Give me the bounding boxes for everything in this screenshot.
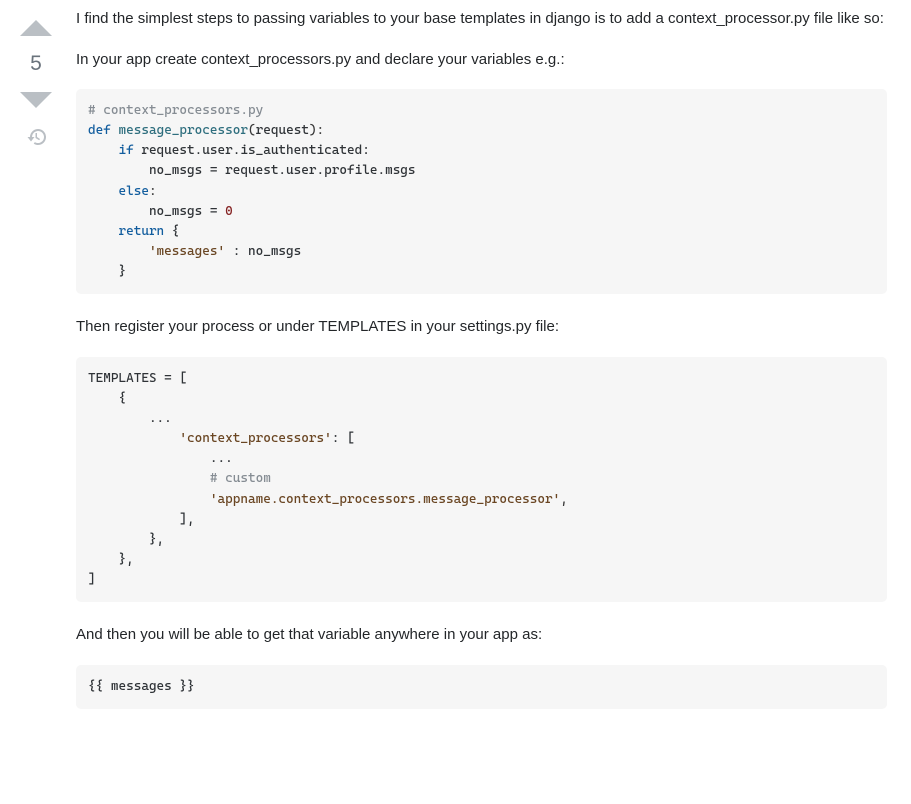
downvote-button[interactable] — [18, 82, 54, 118]
vote-column: 5 — [10, 8, 62, 731]
code-punct: : — [149, 184, 157, 199]
code-block-2: TEMPLATES = [ { ... 'context_processors'… — [76, 357, 887, 603]
code-string: 'messages' — [149, 244, 225, 259]
code-punct: ( — [248, 123, 256, 138]
code-text: }, — [88, 532, 164, 547]
code-string: 'appname.context_processors.message_proc… — [210, 492, 560, 507]
code-comment: # custom — [210, 471, 271, 486]
code-text: ... — [88, 451, 233, 466]
code-text: { — [164, 224, 179, 239]
code-comment: # context_processors.py — [88, 103, 263, 118]
code-text: }, — [88, 552, 134, 567]
paragraph-3: Then register your process or under TEMP… — [76, 316, 887, 339]
code-func-name: message_processor — [118, 123, 248, 138]
code-text: } — [88, 264, 126, 279]
paragraph-1: I find the simplest steps to passing var… — [76, 8, 887, 31]
code-text: ], — [88, 512, 195, 527]
code-number: 0 — [225, 204, 233, 219]
answer-container: 5 I find the simplest steps to passing v… — [0, 0, 911, 739]
code-text: {{ messages }} — [88, 679, 195, 694]
vote-score: 5 — [30, 52, 42, 76]
code-text: : no_msgs — [225, 244, 301, 259]
code-text: ... — [88, 411, 172, 426]
code-block-1: # context_processors.py def message_proc… — [76, 89, 887, 294]
code-text: TEMPLATES = [ — [88, 371, 187, 386]
code-arg: request — [256, 123, 309, 138]
answer-body: I find the simplest steps to passing var… — [62, 8, 901, 731]
code-text: { — [88, 391, 126, 406]
code-text: no_msgs = request.user.profile.msgs — [88, 163, 416, 178]
code-block-3: {{ messages }} — [76, 665, 887, 709]
code-string: 'context_processors' — [179, 431, 331, 446]
code-text: request.user.is_authenticated: — [134, 143, 370, 158]
upvote-icon — [18, 10, 54, 46]
code-keyword: else — [118, 184, 148, 199]
code-punct: ): — [309, 123, 324, 138]
upvote-button[interactable] — [18, 10, 54, 46]
code-text: : [ — [332, 431, 355, 446]
code-keyword: if — [118, 143, 133, 158]
paragraph-4: And then you will be able to get that va… — [76, 624, 887, 647]
history-icon — [27, 128, 46, 146]
code-text: no_msgs = — [88, 204, 225, 219]
code-keyword: return — [118, 224, 164, 239]
downvote-icon — [18, 82, 54, 118]
code-keyword: def — [88, 123, 111, 138]
code-punct: , — [560, 492, 568, 507]
history-button[interactable] — [27, 128, 46, 150]
code-text: ] — [88, 572, 96, 587]
paragraph-2: In your app create context_processors.py… — [76, 49, 887, 72]
